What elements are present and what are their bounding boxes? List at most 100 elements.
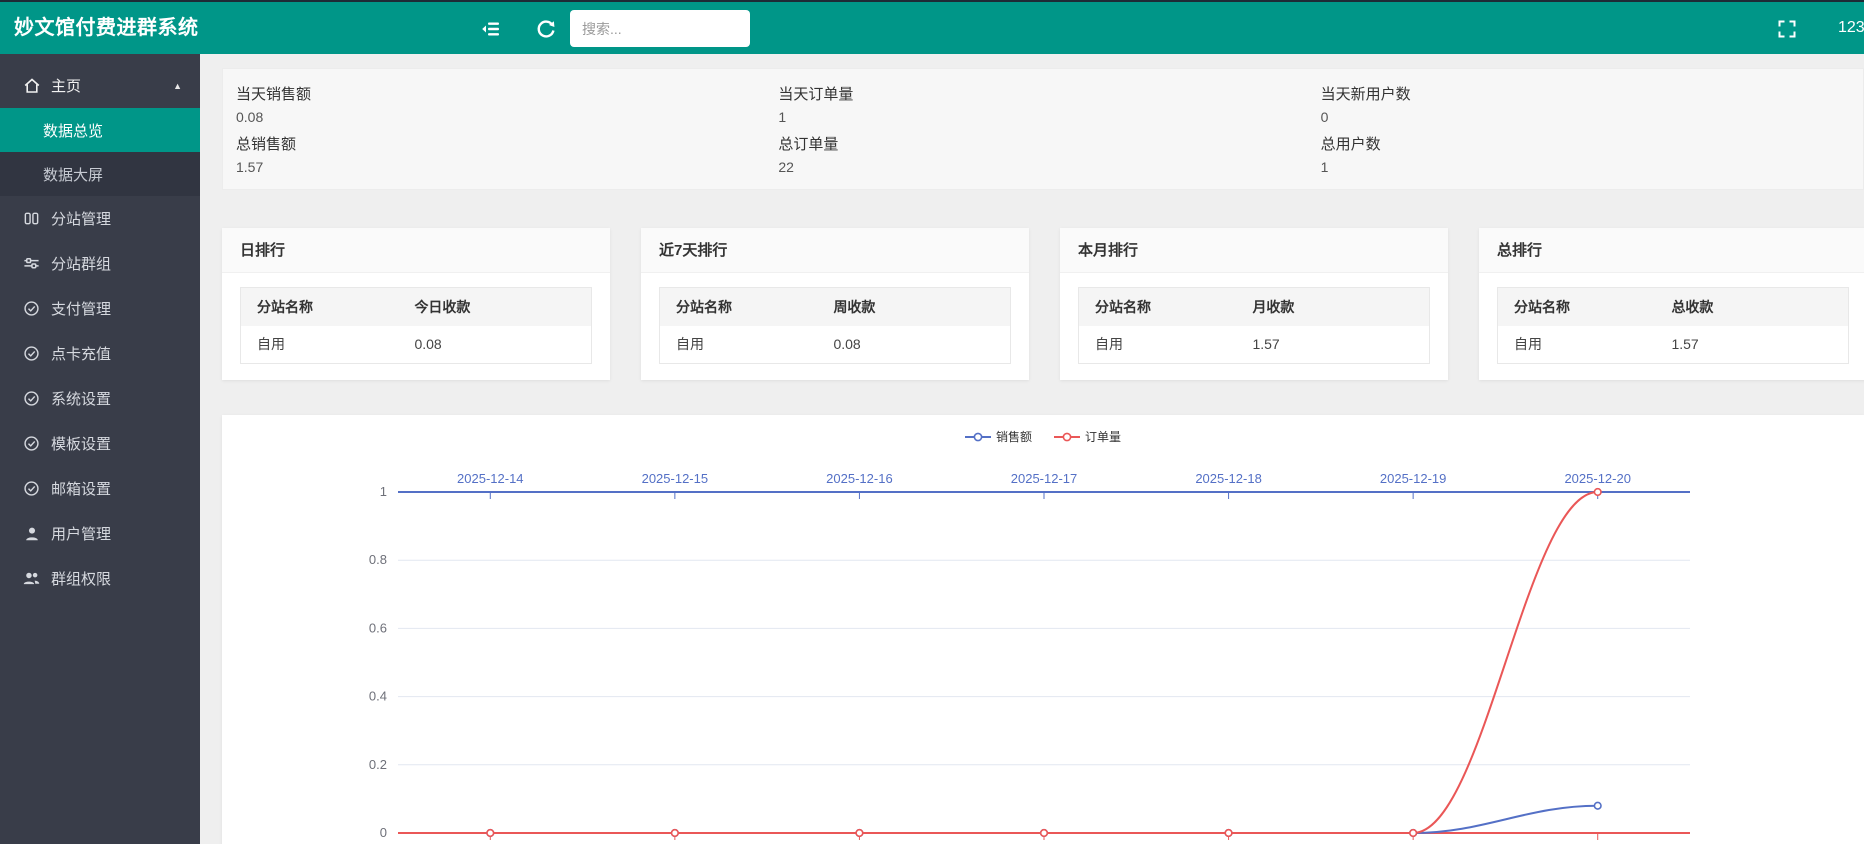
circle-check-icon (22, 434, 41, 453)
rank-card-title: 本月排行 (1060, 228, 1448, 273)
rank-card-total: 总排行 分站名称总收款 自用1.57 (1479, 228, 1864, 380)
sidebar-item-label: 分站群组 (51, 253, 111, 274)
cell-amount: 1.57 (1236, 326, 1429, 364)
refresh-icon[interactable] (535, 18, 557, 40)
column-header: 分站名称 (1498, 288, 1656, 326)
rank-card-7days: 近7天排行 分站名称周收款 自用0.08 (641, 228, 1029, 380)
rank-table: 分站名称周收款 自用0.08 (659, 287, 1011, 364)
circle-check-icon (22, 344, 41, 363)
sliders-icon (22, 254, 41, 273)
legend-label: 销售额 (996, 428, 1032, 445)
legend-item-sales[interactable]: 销售额 (965, 428, 1032, 445)
rank-card-title: 总排行 (1479, 228, 1864, 273)
sidebar-item-data-overview[interactable]: 数据总览 (0, 108, 200, 152)
cell-site-name: 自用 (1079, 326, 1237, 364)
sidebar-item-data-screen[interactable]: 数据大屏 (0, 152, 200, 196)
column-header: 分站名称 (241, 288, 399, 326)
sidebar-item-template-settings[interactable]: 模板设置 (0, 421, 200, 466)
user-icon (22, 524, 41, 543)
stat-today-orders: 当天订单量 1 (778, 79, 1320, 129)
sidebar-item-label: 支付管理 (51, 298, 111, 319)
user-account-text[interactable]: 12345 (1838, 2, 1864, 54)
search-input[interactable] (570, 10, 750, 47)
rank-card-title: 近7天排行 (641, 228, 1029, 273)
column-header: 总收款 (1655, 288, 1848, 326)
circle-check-icon (22, 299, 41, 318)
sidebar-item-payment-manage[interactable]: 支付管理 (0, 286, 200, 331)
sidebar-item-user-manage[interactable]: 用户管理 (0, 511, 200, 556)
sidebar-item-home[interactable]: 主页 ▲ (0, 63, 200, 108)
sales-chart-card: 销售额 订单量 00.20.40.60.812025-12-142025-12-… (222, 415, 1864, 844)
sidebar-item-label: 点卡充值 (51, 343, 111, 364)
fullscreen-icon[interactable] (1776, 18, 1798, 40)
column-header: 今日收款 (398, 288, 591, 326)
chart-legend: 销售额 订单量 (222, 428, 1864, 445)
sidebar-item-substation-groups[interactable]: 分站群组 (0, 241, 200, 286)
rank-card-title: 日排行 (222, 228, 610, 273)
table-row: 自用0.08 (660, 326, 1011, 364)
legend-item-orders[interactable]: 订单量 (1054, 428, 1121, 445)
svg-text:2025-12-16: 2025-12-16 (826, 471, 893, 486)
window-top-strip (0, 0, 1864, 2)
stat-value: 0 (1321, 109, 1863, 125)
sidebar-item-label: 系统设置 (51, 388, 111, 409)
legend-label: 订单量 (1085, 428, 1121, 445)
home-icon (22, 76, 41, 95)
circle-check-icon (22, 389, 41, 408)
sidebar-item-mail-settings[interactable]: 邮箱设置 (0, 466, 200, 511)
sidebar-item-card-recharge[interactable]: 点卡充值 (0, 331, 200, 376)
stat-label: 当天订单量 (778, 83, 1320, 104)
sidebar-item-label: 群组权限 (51, 568, 111, 589)
cell-site-name: 自用 (660, 326, 818, 364)
stat-total-orders: 总订单量 22 (778, 129, 1320, 179)
stat-label: 当天销售额 (236, 83, 778, 104)
rank-table: 分站名称月收款 自用1.57 (1078, 287, 1430, 364)
cell-amount: 0.08 (398, 326, 591, 364)
stat-label: 总销售额 (236, 133, 778, 154)
svg-text:0.2: 0.2 (369, 757, 387, 772)
columns-icon (22, 209, 41, 228)
column-header: 分站名称 (660, 288, 818, 326)
app-header: 妙文馆付费进群系统 12345 (0, 2, 1864, 54)
ranking-cards: 日排行 分站名称今日收款 自用0.08 近7天排行 分站名称周收款 自用0.08… (222, 228, 1864, 380)
main-content: 当天销售额 0.08 当天订单量 1 当天新用户数 0 总销售额 1.57 总订… (200, 54, 1864, 844)
users-icon (22, 569, 41, 588)
column-header: 分站名称 (1079, 288, 1237, 326)
svg-text:0: 0 (380, 825, 387, 840)
column-header: 周收款 (817, 288, 1010, 326)
rank-table: 分站名称今日收款 自用0.08 (240, 287, 592, 364)
cell-amount: 0.08 (817, 326, 1010, 364)
stat-value: 1.57 (236, 159, 778, 175)
svg-text:2025-12-17: 2025-12-17 (1011, 471, 1078, 486)
svg-text:0.8: 0.8 (369, 552, 387, 567)
svg-text:2025-12-19: 2025-12-19 (1380, 471, 1447, 486)
stat-today-sales: 当天销售额 0.08 (236, 79, 778, 129)
stat-value: 1 (1321, 159, 1863, 175)
stat-label: 总用户数 (1321, 133, 1863, 154)
stat-total-sales: 总销售额 1.57 (236, 129, 778, 179)
column-header: 月收款 (1236, 288, 1429, 326)
cell-amount: 1.57 (1655, 326, 1848, 364)
sidebar-item-substation-manage[interactable]: 分站管理 (0, 196, 200, 241)
app-title: 妙文馆付费进群系统 (14, 2, 199, 54)
legend-line-marker (965, 432, 991, 442)
sidebar-item-label: 模板设置 (51, 433, 111, 454)
line-chart: 00.20.40.60.812025-12-142025-12-142025-1… (222, 415, 1864, 844)
sidebar-item-system-settings[interactable]: 系统设置 (0, 376, 200, 421)
stat-label: 当天新用户数 (1321, 83, 1863, 104)
stat-value: 0.08 (236, 109, 778, 125)
stats-panel: 当天销售额 0.08 当天订单量 1 当天新用户数 0 总销售额 1.57 总订… (222, 68, 1864, 190)
svg-text:2025-12-18: 2025-12-18 (1195, 471, 1262, 486)
collapse-menu-icon[interactable] (480, 18, 502, 40)
sidebar-item-group-permissions[interactable]: 群组权限 (0, 556, 200, 601)
stat-label: 总订单量 (778, 133, 1320, 154)
sidebar-item-label: 数据大屏 (43, 164, 103, 185)
sidebar-item-label: 邮箱设置 (51, 478, 111, 499)
svg-text:0.4: 0.4 (369, 689, 387, 704)
sidebar-item-label: 用户管理 (51, 523, 111, 544)
cell-site-name: 自用 (1498, 326, 1656, 364)
svg-text:2025-12-20: 2025-12-20 (1564, 471, 1631, 486)
svg-text:1: 1 (380, 484, 387, 499)
stat-value: 1 (778, 109, 1320, 125)
rank-table: 分站名称总收款 自用1.57 (1497, 287, 1849, 364)
